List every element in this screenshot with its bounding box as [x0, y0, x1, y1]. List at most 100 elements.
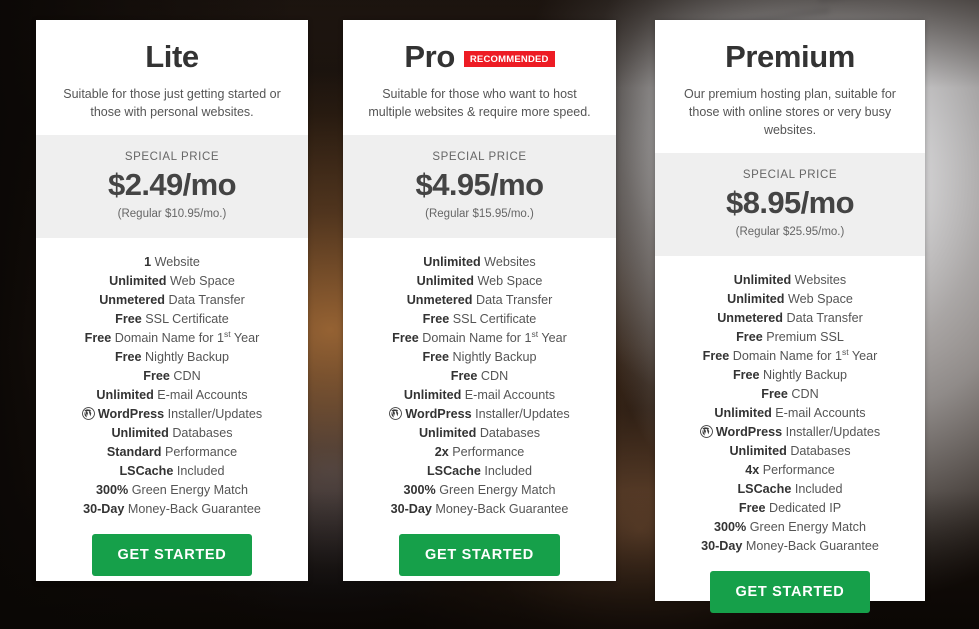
feature-highlight: Free — [450, 368, 478, 383]
plan-title-row: Lite — [54, 36, 290, 76]
regular-price: (Regular $25.95/mo.) — [735, 225, 845, 238]
feature-item: Unmetered Data Transfer — [46, 291, 298, 310]
special-price-label: SPECIAL PRICE — [742, 169, 838, 182]
feature-highlight: Unmetered — [406, 292, 473, 307]
feature-item: Free SSL Certificate — [46, 310, 298, 329]
plan-description: Suitable for those just getting started … — [63, 87, 281, 120]
feature-text: Website — [151, 254, 200, 269]
plan-title: Lite — [145, 38, 199, 74]
feature-item: Free SSL Certificate — [353, 310, 606, 329]
feature-highlight: Unlimited — [423, 254, 481, 269]
feature-text: Installer/Updates — [164, 406, 263, 421]
get-started-button[interactable]: GET STARTED — [91, 533, 253, 576]
feature-highlight: Unmetered — [717, 310, 783, 325]
feature-highlight: Free — [702, 348, 730, 363]
feature-highlight: 30-Day — [390, 501, 432, 516]
feature-text: Websites — [480, 254, 536, 269]
feature-item: Unlimited E-mail Accounts — [665, 404, 915, 423]
feature-highlight: 300% — [403, 482, 436, 497]
feature-item: 1 Website — [46, 253, 298, 272]
feature-item: 30-Day Money-Back Guarantee — [665, 537, 915, 556]
feature-item: Free Nightly Backup — [353, 348, 606, 367]
feature-highlight: Unlimited — [111, 425, 169, 440]
feature-text: SSL Certificate — [141, 311, 229, 326]
plan-price: $2.49/mo — [108, 167, 236, 203]
feature-item: Free Domain Name for 1st Year — [665, 347, 915, 366]
feature-item: Unlimited Web Space — [353, 272, 606, 291]
feature-text: Performance — [448, 444, 525, 459]
feature-text: Databases — [168, 425, 233, 440]
special-price-label: SPECIAL PRICE — [432, 151, 527, 164]
plan-price: $8.95/mo — [726, 185, 854, 221]
special-price-label: SPECIAL PRICE — [124, 151, 220, 164]
feature-text: Nightly Backup — [449, 349, 537, 364]
feature-text: Green Energy Match — [128, 482, 248, 497]
plan-header: Premium Our premium hosting plan, suitabl… — [655, 20, 925, 153]
feature-text: Web Space — [474, 273, 543, 288]
feature-text: Money-Back Guarantee — [742, 538, 879, 553]
feature-item: Free Nightly Backup — [665, 366, 915, 385]
feature-item: Unlimited Websites — [353, 253, 606, 272]
feature-item: Free Domain Name for 1st Year — [46, 329, 298, 348]
feature-item: Unlimited Web Space — [665, 290, 915, 309]
feature-highlight: Unlimited — [109, 273, 167, 288]
feature-item: LSCache Included — [46, 462, 298, 481]
feature-highlight: LSCache — [737, 481, 792, 496]
feature-text: CDN — [787, 386, 819, 401]
feature-item: Unlimited E-mail Accounts — [46, 386, 298, 405]
feature-text: Data Transfer — [783, 310, 863, 325]
feature-item: Unlimited Databases — [353, 424, 606, 443]
feature-item: Unmetered Data Transfer — [665, 309, 915, 328]
feature-list: Unlimited Websites Unlimited Web Space Unm… — [655, 256, 925, 556]
feature-text: Dedicated IP — [765, 500, 842, 515]
feature-list: Unlimited Websites Unlimited Web Space Unm… — [343, 238, 616, 519]
feature-text: Databases — [786, 443, 851, 458]
feature-item: Free Domain Name for 1st Year — [353, 329, 606, 348]
feature-highlight: Standard — [106, 444, 162, 459]
feature-item: Unmetered Data Transfer — [353, 291, 606, 310]
price-band: SPECIAL PRICE $8.95/mo (Regular $25.95/mo.… — [655, 153, 925, 256]
feature-text: Premium SSL — [762, 329, 844, 344]
feature-highlight: WordPress — [405, 406, 472, 421]
feature-item: 300% Green Energy Match — [665, 518, 915, 537]
feature-item: WordPress Installer/Updates — [46, 405, 298, 424]
feature-text: Nightly Backup — [141, 349, 230, 364]
price-band: SPECIAL PRICE $4.95/mo (Regular $15.95/mo.… — [343, 135, 616, 238]
feature-text: Domain Name for 1st Year — [418, 328, 567, 345]
feature-item: Standard Performance — [46, 443, 298, 462]
feature-highlight: Unlimited — [96, 387, 154, 402]
get-started-button[interactable]: GET STARTED — [709, 570, 871, 613]
plan-price: $4.95/mo — [415, 167, 544, 203]
feature-text: Nightly Backup — [759, 367, 848, 382]
feature-highlight: Unlimited — [727, 291, 785, 306]
feature-highlight: LSCache — [426, 463, 481, 478]
feature-text: Installer/Updates — [471, 406, 570, 421]
cta-wrapper: GET STARTED — [655, 556, 925, 613]
plan-title-row: Premium — [673, 36, 907, 76]
feature-text: Domain Name for 1st Year — [729, 346, 878, 363]
feature-text: Web Space — [166, 273, 235, 288]
feature-item: Unlimited Databases — [46, 424, 298, 443]
feature-text: Included — [791, 481, 843, 496]
feature-highlight: Free — [761, 386, 788, 401]
feature-highlight: WordPress — [715, 424, 783, 439]
feature-text: Performance — [759, 462, 835, 477]
wordpress-icon — [389, 406, 403, 420]
feature-highlight: Unlimited — [416, 273, 474, 288]
plan-title: Pro — [404, 38, 455, 74]
feature-item: Free CDN — [46, 367, 298, 386]
feature-text: Databases — [476, 425, 541, 440]
get-started-button[interactable]: GET STARTED — [399, 533, 560, 576]
feature-item: Unlimited E-mail Accounts — [353, 386, 606, 405]
feature-highlight: Unlimited — [403, 387, 462, 402]
feature-highlight: Free — [422, 349, 450, 364]
feature-highlight: LSCache — [119, 463, 174, 478]
feature-text: CDN — [169, 368, 201, 383]
feature-item: WordPress Installer/Updates — [353, 405, 606, 424]
feature-highlight: WordPress — [97, 406, 165, 421]
feature-highlight: Free — [392, 330, 419, 345]
feature-item: 300% Green Energy Match — [46, 481, 298, 500]
feature-highlight: Unlimited — [729, 443, 787, 458]
regular-price: (Regular $15.95/mo.) — [425, 207, 534, 220]
feature-text: Included — [173, 463, 225, 478]
